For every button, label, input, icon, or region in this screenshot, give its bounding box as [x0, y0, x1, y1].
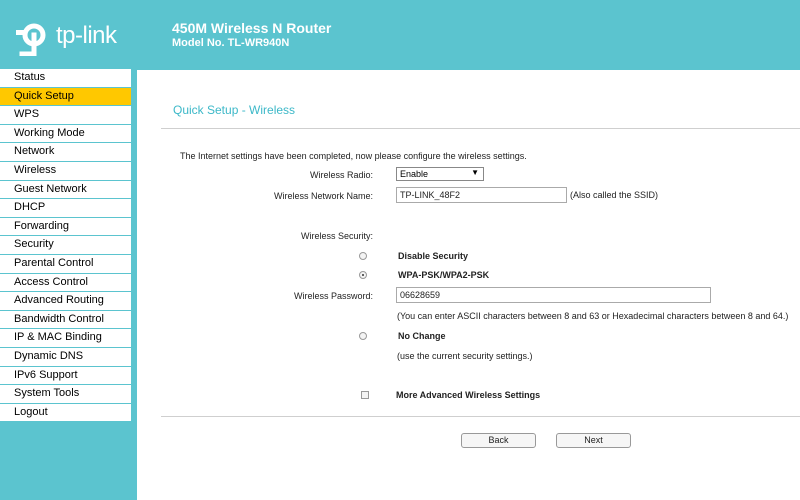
- sidebar-item-network[interactable]: Network: [0, 143, 131, 162]
- sidebar-item-dynamic-dns[interactable]: Dynamic DNS: [0, 348, 131, 367]
- back-button[interactable]: Back: [461, 433, 536, 448]
- sidebar-item-working-mode[interactable]: Working Mode: [0, 125, 131, 144]
- option-no-change: No Change: [398, 331, 446, 341]
- sidebar-item-guest-network[interactable]: Guest Network: [0, 181, 131, 200]
- sidebar-item-status[interactable]: Status: [0, 69, 131, 88]
- option-wpa-psk: WPA-PSK/WPA2-PSK: [398, 270, 490, 280]
- sidebar-item-ipv6-support[interactable]: IPv6 Support: [0, 367, 131, 386]
- sidebar-item-advanced-routing[interactable]: Advanced Routing: [0, 292, 131, 311]
- sidebar-item-quick-setup[interactable]: Quick Setup: [0, 87, 131, 107]
- router-model: Model No. TL-WR940N: [172, 37, 290, 49]
- wireless-security-label: Wireless Security:: [300, 231, 373, 241]
- brand-name: tp-link: [56, 22, 117, 49]
- tp-link-logo-icon: [16, 23, 46, 56]
- no-change-hint: (use the current security settings.): [397, 351, 533, 361]
- wireless-radio-value: Enable: [400, 169, 429, 179]
- sidebar-item-forwarding[interactable]: Forwarding: [0, 218, 131, 237]
- advanced-settings-checkbox[interactable]: [361, 391, 369, 399]
- sidebar-item-ip-and-mac-binding[interactable]: IP & MAC Binding: [0, 329, 131, 348]
- option-disable-security: Disable Security: [398, 251, 469, 261]
- router-title: 450M Wireless N Router: [172, 20, 332, 36]
- advanced-settings-label: More Advanced Wireless Settings: [396, 390, 541, 400]
- next-button[interactable]: Next: [556, 433, 631, 448]
- chevron-down-icon: ▼: [471, 168, 479, 177]
- sidebar-item-wps[interactable]: WPS: [0, 106, 131, 125]
- radio-disable-security[interactable]: [359, 252, 367, 260]
- wireless-radio-select[interactable]: Enable ▼: [396, 167, 484, 181]
- password-hint: (You can enter ASCII characters between …: [397, 311, 789, 321]
- radio-no-change[interactable]: [359, 332, 367, 340]
- divider-bottom: [161, 416, 800, 417]
- sidebar-item-dhcp[interactable]: DHCP: [0, 199, 131, 218]
- network-name-label: Wireless Network Name:: [273, 191, 373, 201]
- wireless-password-input[interactable]: 06628659: [396, 287, 711, 303]
- sidebar-item-bandwidth-control[interactable]: Bandwidth Control: [0, 311, 131, 330]
- divider: [161, 128, 800, 129]
- sidebar-item-security[interactable]: Security: [0, 236, 131, 255]
- sidebar-item-logout[interactable]: Logout: [0, 404, 131, 423]
- wireless-radio-label: Wireless Radio:: [309, 170, 373, 180]
- sidebar-item-wireless[interactable]: Wireless: [0, 162, 131, 181]
- network-name-input[interactable]: TP-LINK_48F2: [396, 187, 567, 203]
- intro-text: The Internet settings have been complete…: [180, 151, 527, 161]
- sidebar-item-parental-control[interactable]: Parental Control: [0, 255, 131, 274]
- tp-link-logo: tp-link: [12, 14, 117, 58]
- radio-wpa-psk[interactable]: [359, 271, 367, 279]
- header: tp-link 450M Wireless N Router Model No.…: [0, 0, 800, 70]
- sidebar-item-access-control[interactable]: Access Control: [0, 274, 131, 293]
- sidebar: Status Quick Setup WPS Working Mode Network W…: [0, 69, 131, 423]
- page-title: Quick Setup - Wireless: [173, 103, 296, 117]
- sidebar-item-system-tools[interactable]: System Tools: [0, 385, 131, 404]
- wireless-password-label: Wireless Password:: [293, 291, 373, 301]
- network-name-hint: (Also called the SSID): [570, 190, 659, 200]
- main-panel: Quick Setup - Wireless The Internet sett…: [137, 70, 800, 500]
